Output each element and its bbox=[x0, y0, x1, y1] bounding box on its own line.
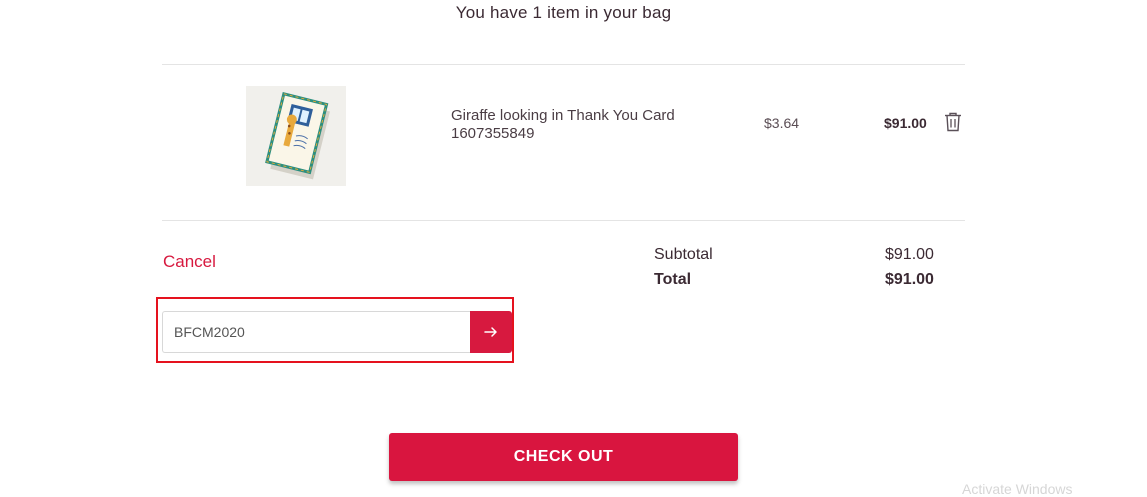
line-total: $91.00 bbox=[884, 115, 927, 131]
arrow-right-icon bbox=[484, 327, 497, 337]
product-thumbnail[interactable] bbox=[246, 86, 346, 186]
bag-title: You have 1 item in your bag bbox=[455, 3, 672, 22]
promo-code-input[interactable] bbox=[162, 311, 471, 353]
middle-divider bbox=[162, 220, 965, 221]
activate-windows-watermark: Activate Windows bbox=[962, 481, 1073, 497]
card-thumbnail-image bbox=[246, 86, 346, 186]
total-label: Total bbox=[654, 271, 692, 288]
remove-item-button[interactable] bbox=[944, 112, 964, 134]
product-name[interactable]: Giraffe looking in Thank You Card bbox=[451, 107, 675, 124]
cancel-promo-link[interactable]: Cancel bbox=[163, 252, 216, 272]
apply-promo-button[interactable] bbox=[470, 311, 512, 353]
checkout-button[interactable]: CHECK OUT bbox=[389, 433, 738, 481]
unit-price: $3.64 bbox=[764, 115, 800, 131]
cart-item-row: Giraffe looking in Thank You Card 160735… bbox=[162, 65, 965, 220]
subtotal-value: $91.00 bbox=[885, 246, 934, 263]
subtotal-label: Subtotal bbox=[654, 246, 713, 263]
total-value: $91.00 bbox=[885, 271, 934, 288]
product-sku: 1607355849 bbox=[451, 125, 535, 142]
trash-icon bbox=[945, 112, 961, 132]
